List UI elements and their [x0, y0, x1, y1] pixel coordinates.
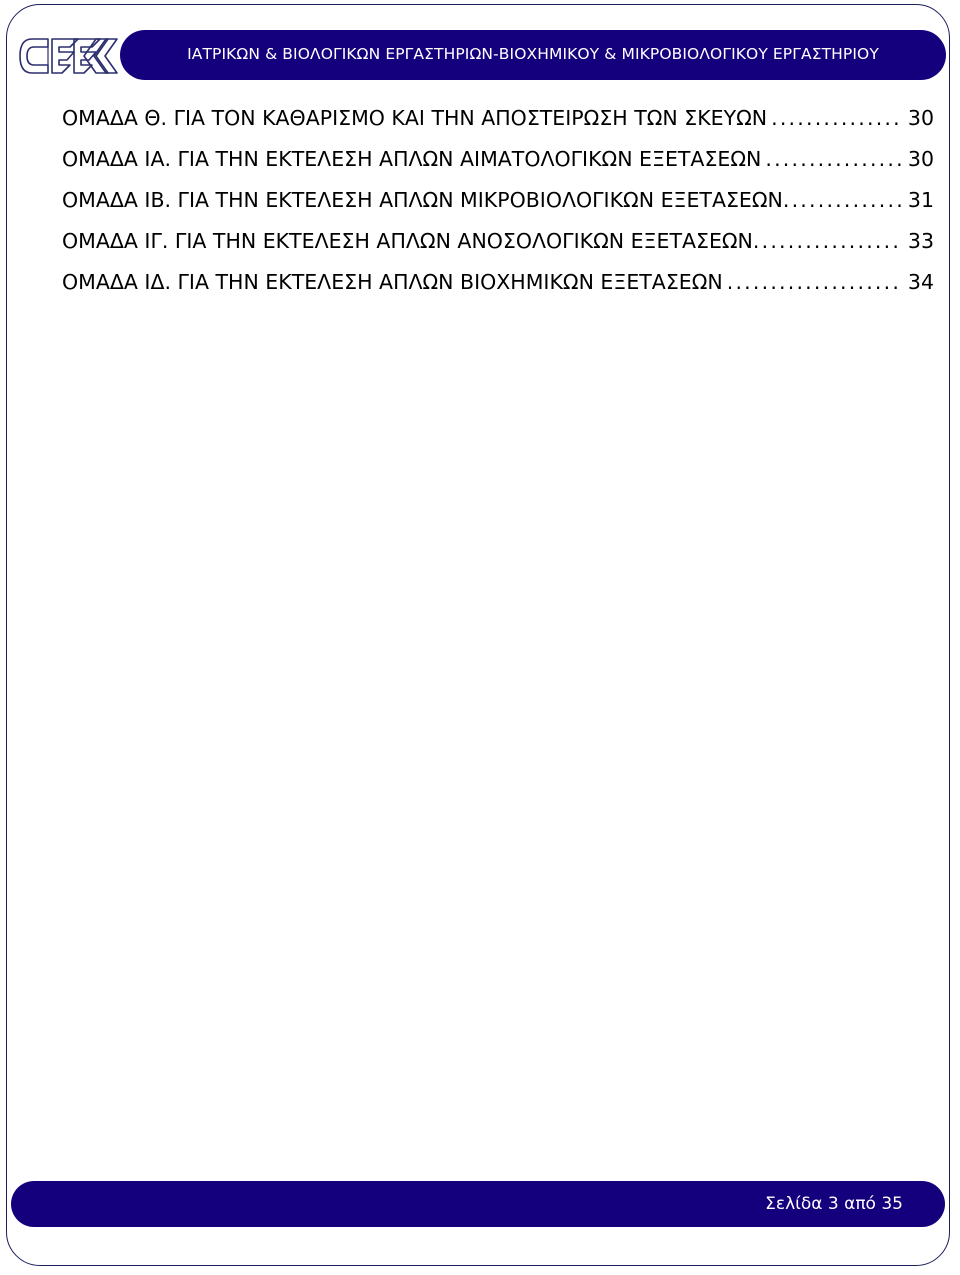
toc-leader-dots: ........................................… — [752, 231, 901, 252]
toc-leader-dots: ........................................… — [726, 272, 901, 293]
toc-entry-label: ΟΜΑΔΑ ΙΔ. ΓΙΑ ΤΗΝ ΕΚΤΕΛΕΣΗ ΑΠΛΩΝ ΒΙΟΧΗΜΙ… — [62, 270, 723, 294]
footer-bar: Σελίδα 3 από 35 — [11, 1181, 945, 1227]
toc-entry-page-number: 34 — [907, 270, 934, 294]
table-of-contents: ΟΜΑΔΑ Θ. ΓΙΑ ΤΟΝ ΚΑΘΑΡΙΣΜΟ ΚΑΙ ΤΗΝ ΑΠΟΣΤ… — [62, 108, 934, 313]
toc-entry-label: ΟΜΑΔΑ ΙΑ. ΓΙΑ ΤΗΝ ΕΚΤΕΛΕΣΗ ΑΠΛΩΝ ΑΙΜΑΤΟΛ… — [62, 147, 762, 171]
toc-entry-page-number: 31 — [907, 188, 934, 212]
toc-leader-dots: ........................................… — [782, 190, 901, 211]
page-header: ΙΑΤΡΙΚΩΝ & ΒΙΟΛΟΓΙΚΩΝ ΕΡΓΑΣΤΗΡΙΩΝ-ΒΙΟΧΗΜ… — [0, 28, 960, 84]
toc-entry-page-number: 33 — [907, 229, 934, 253]
toc-entry-label: ΟΜΑΔΑ ΙΓ. ΓΙΑ ΤΗΝ ΕΚΤΕΛΕΣΗ ΑΠΛΩΝ ΑΝΟΣΟΛΟ… — [62, 229, 753, 253]
toc-entry[interactable]: ΟΜΑΔΑ ΙΒ. ΓΙΑ ΤΗΝ ΕΚΤΕΛΕΣΗ ΑΠΛΩΝ ΜΙΚΡΟΒΙ… — [62, 190, 934, 211]
toc-entry[interactable]: ΟΜΑΔΑ ΙΓ. ΓΙΑ ΤΗΝ ΕΚΤΕΛΕΣΗ ΑΠΛΩΝ ΑΝΟΣΟΛΟ… — [62, 231, 934, 252]
header-title-bar: ΙΑΤΡΙΚΩΝ & ΒΙΟΛΟΓΙΚΩΝ ΕΡΓΑΣΤΗΡΙΩΝ-ΒΙΟΧΗΜ… — [120, 30, 946, 80]
page-number-label: Σελίδα 3 από 35 — [765, 1193, 903, 1214]
toc-entry-label: ΟΜΑΔΑ Θ. ΓΙΑ ΤΟΝ ΚΑΘΑΡΙΣΜΟ ΚΑΙ ΤΗΝ ΑΠΟΣΤ… — [62, 106, 768, 130]
document-page: ΙΑΤΡΙΚΩΝ & ΒΙΟΛΟΓΙΚΩΝ ΕΡΓΑΣΤΗΡΙΩΝ-ΒΙΟΧΗΜ… — [0, 0, 960, 1275]
page-title: ΙΑΤΡΙΚΩΝ & ΒΙΟΛΟΓΙΚΩΝ ΕΡΓΑΣΤΗΡΙΩΝ-ΒΙΟΧΗΜ… — [187, 45, 879, 64]
toc-leader-dots: ........................................… — [765, 149, 901, 170]
ceek-logo-icon — [18, 34, 118, 78]
toc-leader-dots: ........................................… — [771, 108, 901, 129]
toc-entry-label: ΟΜΑΔΑ ΙΒ. ΓΙΑ ΤΗΝ ΕΚΤΕΛΕΣΗ ΑΠΛΩΝ ΜΙΚΡΟΒΙ… — [62, 188, 783, 212]
toc-entry[interactable]: ΟΜΑΔΑ ΙΑ. ΓΙΑ ΤΗΝ ΕΚΤΕΛΕΣΗ ΑΠΛΩΝ ΑΙΜΑΤΟΛ… — [62, 149, 934, 170]
toc-entry[interactable]: ΟΜΑΔΑ ΙΔ. ΓΙΑ ΤΗΝ ΕΚΤΕΛΕΣΗ ΑΠΛΩΝ ΒΙΟΧΗΜΙ… — [62, 272, 934, 293]
page-footer: Σελίδα 3 από 35 — [0, 1181, 960, 1229]
toc-entry[interactable]: ΟΜΑΔΑ Θ. ΓΙΑ ΤΟΝ ΚΑΘΑΡΙΣΜΟ ΚΑΙ ΤΗΝ ΑΠΟΣΤ… — [62, 108, 934, 129]
toc-entry-page-number: 30 — [907, 147, 934, 171]
toc-entry-page-number: 30 — [907, 106, 934, 130]
